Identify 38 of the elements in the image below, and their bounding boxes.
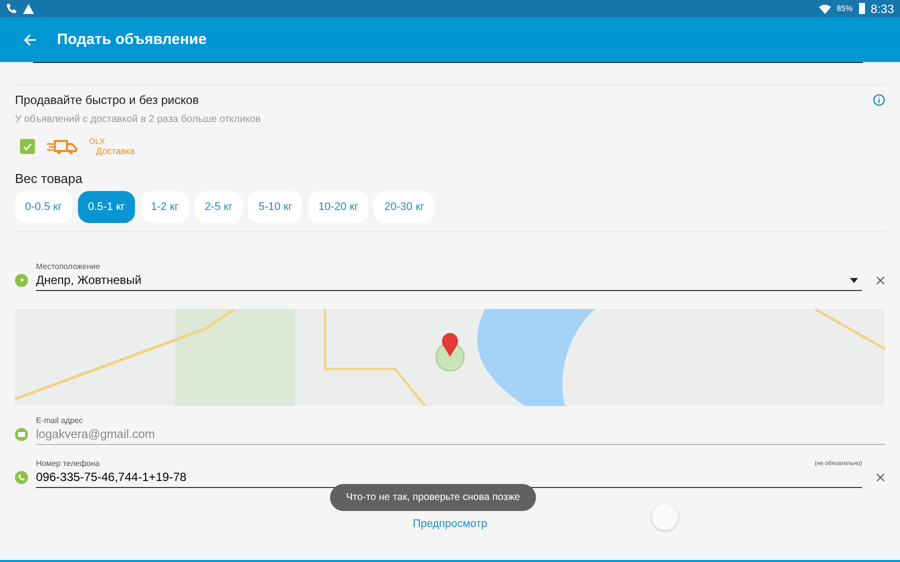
phone-field[interactable]: 096-335-75-46,744-1+19-78: [36, 470, 862, 484]
battery-icon: [858, 3, 865, 14]
error-toast: Что-то не так, проверьте снова позже: [330, 484, 536, 511]
weight-chip[interactable]: 0.5-1 кг: [78, 191, 135, 223]
weight-chip[interactable]: 0-0.5 кг: [15, 191, 72, 223]
location-pin-icon: [15, 274, 28, 287]
service-label: Доставка: [96, 146, 135, 156]
delivery-title: Продавайте быстро и без рисков: [15, 93, 199, 107]
envelope-icon: [15, 428, 28, 441]
weight-chip[interactable]: 10-20 кг: [308, 191, 368, 223]
delivery-checkbox[interactable]: [20, 139, 35, 154]
battery-percent: 85%: [836, 4, 853, 13]
preview-link[interactable]: Предпросмотр: [412, 518, 488, 530]
info-icon[interactable]: [873, 94, 885, 106]
weight-chip[interactable]: 1-2 кг: [140, 191, 189, 223]
caret-icon: [850, 278, 858, 282]
clear-icon[interactable]: [876, 276, 885, 285]
warning-icon: [23, 4, 34, 14]
weight-chip[interactable]: 2-5 кг: [194, 191, 242, 223]
location-label: Местоположение: [36, 262, 102, 271]
phone-call-icon: [6, 3, 17, 14]
back-arrow-icon[interactable]: [24, 34, 37, 46]
clock-time: 8:33: [870, 2, 894, 16]
weight-title: Вес товара: [15, 171, 84, 186]
screen-title: Подать объявление: [57, 31, 207, 48]
delivery-truck-icon: [47, 138, 77, 154]
wifi-icon: [818, 4, 831, 14]
phone-label: Номер телефона: [36, 459, 100, 468]
phone-icon: [15, 471, 28, 484]
clear-icon[interactable]: [876, 473, 885, 482]
email-label: E-mail адрес: [36, 416, 84, 425]
email-field[interactable]: logakvera@gmail.com: [36, 427, 885, 441]
weight-chip[interactable]: 5-10 кг: [248, 191, 302, 223]
location-dropdown[interactable]: Днепр, Жовтневый: [36, 271, 862, 291]
delivery-subtitle: У объявлений с доставкой в 2 раза больше откликов: [15, 114, 262, 125]
checkmark-icon: [23, 142, 32, 150]
weight-chip[interactable]: 20-30 кг: [374, 191, 434, 223]
brand-label: OLX: [89, 137, 106, 146]
